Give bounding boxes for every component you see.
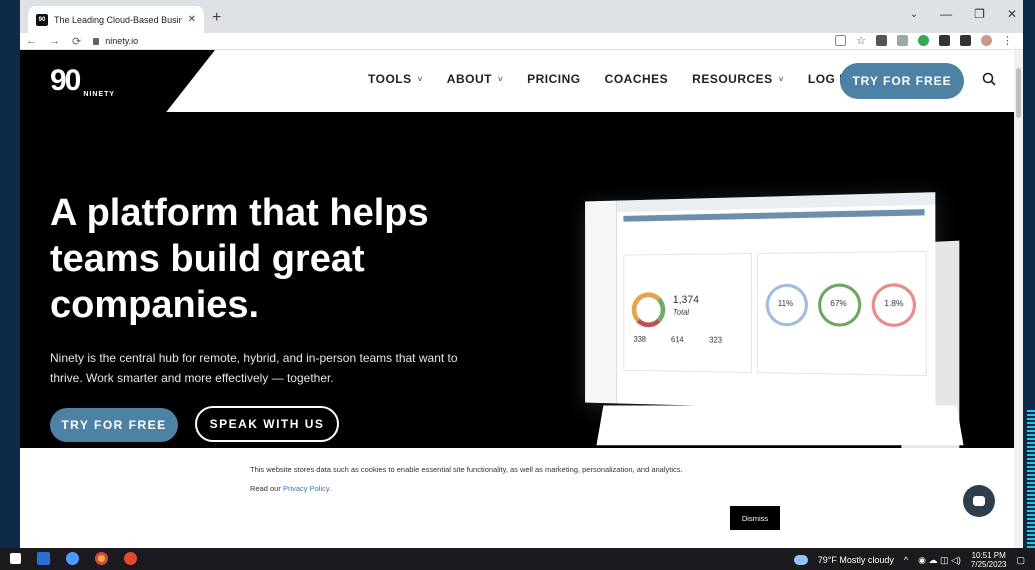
tab-search-icon[interactable]: ⌄ (910, 9, 918, 21)
clock-date: 7/25/2023 (970, 560, 1007, 569)
taskbar-apps (10, 552, 137, 565)
system-tray: 79°F Mostly cloudy ^ ◉ ☁ ◫ ◁) 10:51 PM 7… (793, 551, 1025, 569)
window-controls: ⌄ — ❐ ✕ (910, 7, 1017, 21)
tab-bar: 90 The Leading Cloud-Based Busine ✕ + ⌄ … (20, 0, 1023, 33)
close-tab-icon[interactable]: ✕ (188, 14, 196, 25)
try-for-free-button[interactable]: TRY FOR FREE (50, 408, 178, 442)
ring-value: 1.8% (884, 298, 904, 309)
cookie-banner: This website stores data such as cookies… (20, 448, 1014, 548)
file-explorer-icon[interactable] (37, 552, 50, 565)
mockup-stat: 323 (709, 335, 723, 345)
ninety-favicon-icon: 90 (36, 13, 48, 26)
weather-icon[interactable] (793, 555, 808, 565)
back-icon[interactable]: ← (26, 35, 37, 47)
forward-icon[interactable]: → (49, 35, 60, 47)
logo-mark: 90 (50, 64, 81, 97)
hero-subtext: Ninety is the central hub for remote, hy… (50, 351, 458, 385)
clock[interactable]: 10:51 PM 7/25/2023 (971, 551, 1007, 569)
lock-icon (93, 37, 100, 45)
chrome-icon[interactable] (95, 552, 108, 565)
nav-label: ABOUT (446, 72, 492, 86)
privacy-policy-link[interactable]: Privacy Policy (283, 484, 329, 493)
mockup-stat: 614 (670, 335, 684, 345)
chevron-down-icon: ˅ (497, 74, 504, 84)
sidepanel-icon[interactable] (960, 35, 971, 46)
cookie-read-suffix: . (329, 484, 332, 493)
close-window-icon[interactable]: ✕ (1007, 7, 1017, 21)
hero-headline: A platform that helps teams build great … (50, 192, 429, 326)
nav-resources[interactable]: RESOURCES ˅ (692, 72, 784, 86)
mockup-total: 1,374 (672, 294, 700, 306)
desktop-wallpaper-left (0, 0, 20, 548)
speak-with-us-button[interactable]: SPEAK WITH US (195, 406, 339, 442)
mockup-panel-rings: 11% 67% 1.8% (756, 250, 927, 377)
extension-icon[interactable] (897, 35, 908, 46)
chevron-down-icon: ˅ (417, 74, 423, 84)
clock-time: 10:51 PM (971, 551, 1006, 560)
url-field[interactable]: ninety.io (93, 36, 138, 46)
main-nav: TOOLS ˅ ABOUT ˅ PRICING COACHES RESOURCES ˅… (368, 72, 852, 86)
scrollbar[interactable] (1014, 50, 1023, 548)
dashboard-mockup-bottom (596, 405, 964, 446)
puzzle-icon[interactable] (939, 35, 950, 46)
scrollbar-thumb[interactable] (1016, 68, 1021, 118)
taskbar: 79°F Mostly cloudy ^ ◉ ☁ ◫ ◁) 10:51 PM 7… (0, 548, 1035, 570)
minimize-icon[interactable]: — (940, 7, 952, 21)
powerpoint-icon[interactable] (124, 552, 137, 565)
profile-avatar[interactable] (981, 35, 992, 46)
donut-chart (631, 292, 666, 328)
app-icon[interactable] (66, 552, 79, 565)
chevron-down-icon: ˅ (778, 74, 784, 84)
nav-label: RESOURCES (692, 72, 773, 86)
tray-chevron-icon[interactable]: ^ (904, 555, 908, 565)
nav-pricing[interactable]: PRICING (527, 72, 581, 86)
ninety-logo[interactable]: 90 NINETY (50, 64, 115, 98)
mockup-sidebar (585, 200, 617, 404)
menu-icon[interactable]: ⋮ (1002, 34, 1013, 47)
site-header: 90 NINETY TOOLS ˅ ABOUT ˅ PRICING COACHES R… (20, 50, 1023, 112)
share-icon[interactable] (835, 35, 847, 46)
header-try-free-button[interactable]: TRY FOR FREE (840, 63, 964, 99)
search-icon[interactable] (982, 72, 996, 86)
browser-window: 90 The Leading Cloud-Based Busine ✕ + ⌄ … (20, 0, 1023, 548)
tab-title: The Leading Cloud-Based Busine (54, 14, 182, 25)
cookie-read-line: Read our Privacy Policy. (250, 484, 331, 493)
tray-icons[interactable]: ◉ ☁ ◫ ◁) (918, 555, 961, 566)
dismiss-button[interactable]: Dismiss (730, 506, 780, 530)
url-text: ninety.io (105, 36, 139, 46)
nav-tools[interactable]: TOOLS ˅ (368, 72, 423, 86)
browser-tab[interactable]: 90 The Leading Cloud-Based Busine ✕ (28, 6, 204, 33)
extension-icon[interactable] (876, 35, 887, 46)
nav-about[interactable]: ABOUT ˅ (447, 72, 503, 86)
mockup-total-label: Total (672, 307, 690, 317)
mockup-stat: 338 (633, 334, 646, 344)
address-bar: ← → ⟳ ninety.io ☆ ⋮ (20, 33, 1023, 50)
cookie-message: This website stores data such as cookies… (250, 465, 683, 474)
extension-icon[interactable] (918, 35, 929, 46)
mockup-header-bar (623, 209, 925, 222)
desktop-wallpaper-right (1023, 0, 1035, 548)
nav-label: COACHES (604, 72, 669, 86)
windows-start-icon[interactable] (10, 553, 21, 564)
hero-section: A platform that helps teams build great … (20, 112, 1014, 448)
reload-icon[interactable]: ⟳ (72, 35, 81, 48)
new-tab-icon[interactable]: + (212, 9, 221, 27)
nav-label: TOOLS (368, 72, 412, 86)
mockup-panel-total: 1,374 Total 338 614 323 (623, 253, 753, 373)
nav-label: PRICING (527, 72, 581, 86)
weather-text[interactable]: 79°F Mostly cloudy (818, 555, 894, 565)
bookmark-star-icon[interactable]: ☆ (856, 34, 866, 47)
ring-value: 11% (777, 298, 794, 309)
dashboard-mockup: 1,374 Total 338 614 323 11% 67% 1.8% (585, 192, 936, 412)
nav-coaches[interactable]: COACHES (605, 72, 669, 86)
ring-value: 67% (830, 298, 847, 309)
cookie-read-prefix: Read our (250, 484, 283, 493)
chat-launcher-icon[interactable] (963, 485, 995, 517)
extensions-area: ☆ ⋮ (835, 34, 1013, 47)
notification-icon[interactable]: ▢ (1016, 555, 1025, 566)
logo-word: NINETY (83, 91, 116, 98)
restore-icon[interactable]: ❐ (974, 7, 985, 21)
